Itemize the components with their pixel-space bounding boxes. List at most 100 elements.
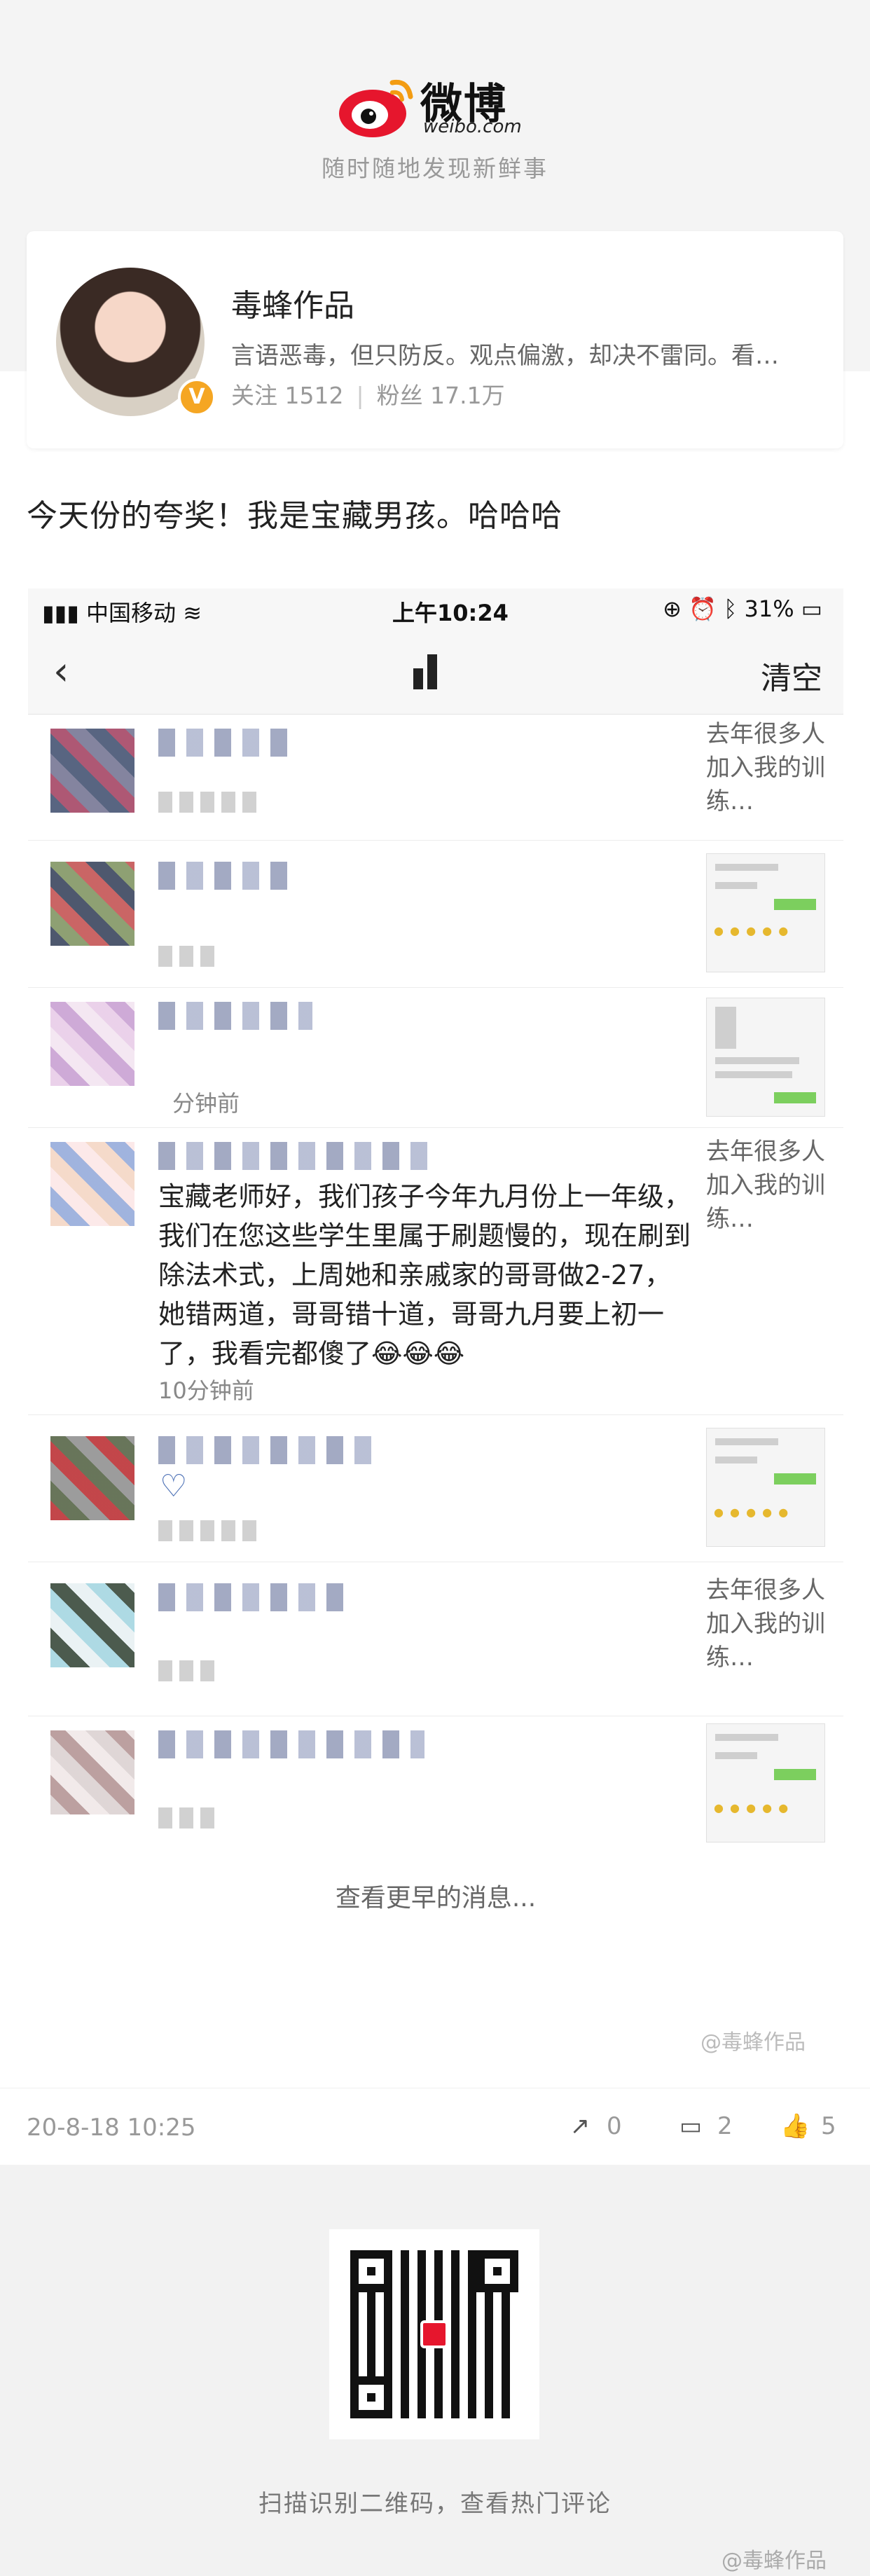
see-earlier-link[interactable]: 查看更早的消息... <box>28 1878 843 1914</box>
preview-text: 去年很多人加入我的训练… <box>706 1576 825 1672</box>
share-icon: ↗ <box>569 2112 591 2140</box>
thumb-emoji-row: ● ● ● ● ● <box>714 1506 790 1519</box>
avatar[interactable] <box>50 1002 134 1086</box>
thumb-line <box>715 882 757 889</box>
message-blurred <box>158 792 256 813</box>
profile-bio: 言语恶毒，但只防反。观点偏激，却决不雷同。看… <box>231 342 779 370</box>
embedded-screenshot: ▮▮▮ 中国移动 ≋ 上午10:24 ⊕ ⏰ ᛒ 31% ▭ ‹ 清空 去年很多… <box>28 588 843 1941</box>
followers-count[interactable]: 粉丝 17.1万 <box>377 382 505 409</box>
sender-name-blurred <box>158 1002 312 1030</box>
profile-name[interactable]: 毒蜂作品 <box>231 280 354 325</box>
comment-button[interactable]: ▭ 2 <box>677 2112 733 2140</box>
preview-thumbnail[interactable] <box>706 998 825 1117</box>
message-blurred <box>158 1807 214 1828</box>
sender-name-blurred <box>158 729 298 757</box>
like-count: 5 <box>821 2112 836 2140</box>
thumb-bubble <box>774 1769 816 1780</box>
back-icon[interactable]: ‹ <box>53 649 69 694</box>
logo-domain: weibo.com <box>423 116 522 137</box>
preview-thumbnail[interactable]: ● ● ● ● ● <box>706 1428 825 1547</box>
thumb-line <box>715 1752 757 1759</box>
alarm-icon: ⏰ <box>689 595 724 622</box>
list-item[interactable]: ♡ ● ● ● ● ● <box>28 1415 843 1562</box>
battery-icon: ▭ <box>794 595 822 622</box>
status-time: 上午10:24 <box>392 600 509 626</box>
thumb-line <box>715 1456 757 1463</box>
status-carrier: ▮▮▮ 中国移动 ≋ <box>42 595 202 628</box>
avatar[interactable] <box>50 1730 134 1814</box>
list-item[interactable]: 去年很多人加入我的训练… <box>28 1562 843 1716</box>
qr-pattern <box>350 2250 518 2418</box>
list-item[interactable]: 宝藏老师好，我们孩子今年九月份上一年级，我们在您这些学生里属于刷题慢的，现在刷到… <box>28 1128 843 1415</box>
preview-thumbnail[interactable]: ● ● ● ● ● <box>706 1723 825 1843</box>
profile-card[interactable]: V 毒蜂作品 言语恶毒，但只防反。观点偏激，却决不雷同。看… 关注 1512 | 粉… <box>27 231 843 448</box>
message-time: 10分钟前 <box>158 1377 254 1404</box>
thumb-line <box>715 1438 778 1445</box>
status-right: ⊕ ⏰ ᛒ 31% ▭ <box>663 595 822 622</box>
qr-section: 扫描识别二维码，查看热门评论 @毒蜂作品 <box>0 2165 870 2576</box>
sender-name-blurred <box>158 1730 424 1758</box>
thumb-line <box>715 1007 736 1049</box>
comment-icon: ▭ <box>679 2112 703 2140</box>
message-blurred <box>158 1660 221 1681</box>
heart-icon: ♡ <box>160 1468 188 1504</box>
thumb-line <box>715 864 778 871</box>
preview-text: 去年很多人加入我的训练… <box>706 1138 825 1233</box>
verified-badge-icon: V <box>178 378 216 416</box>
thumb-bubble <box>774 899 816 910</box>
comment-count: 2 <box>717 2112 733 2140</box>
qr-code[interactable] <box>329 2229 539 2439</box>
profile-stats: 关注 1512 | 粉丝 17.1万 <box>231 377 505 411</box>
bottom-watermark: @毒蜂作品 <box>721 2549 827 2573</box>
avatar[interactable] <box>50 729 134 813</box>
thumb-line <box>715 1071 792 1078</box>
chat-nav-bar: ‹ 清空 <box>28 631 843 715</box>
post-text: 今天份的夸奖！我是宝藏男孩。哈哈哈 <box>27 498 562 534</box>
thumb-emoji-row: ● ● ● ● ● <box>714 1801 790 1814</box>
message-blurred <box>158 946 214 967</box>
list-item[interactable]: ● ● ● ● ● <box>28 841 843 988</box>
like-button[interactable]: 👍 5 <box>780 2112 836 2140</box>
post-footer: 20-8-18 10:25 ↗ 0 ▭ 2 👍 5 <box>0 2088 870 2165</box>
weibo-logo-icon <box>420 2320 448 2348</box>
carrier-label: 中国移动 <box>86 600 177 626</box>
post-watermark: @毒蜂作品 <box>700 2030 806 2055</box>
share-button[interactable]: ↗ 0 <box>566 2112 622 2140</box>
bluetooth-icon: ᛒ <box>724 595 745 622</box>
tagline: 随时随地发现新鲜事 <box>322 155 548 182</box>
list-item[interactable]: 去年很多人加入我的训练… <box>28 715 843 841</box>
qr-finder <box>350 2250 392 2292</box>
following-count[interactable]: 关注 1512 <box>231 382 343 409</box>
thumb-emoji-row: ● ● ● ● ● <box>714 924 790 937</box>
thumb-bubble <box>774 1092 816 1103</box>
list-item[interactable]: ● ● ● ● ● <box>28 1716 843 1857</box>
weibo-eye-icon <box>339 79 413 137</box>
sender-name-blurred <box>158 1583 354 1611</box>
qr-caption: 扫描识别二维码，查看热门评论 <box>258 2490 612 2518</box>
sender-name-blurred <box>158 1142 439 1170</box>
phone-status-bar: ▮▮▮ 中国移动 ≋ 上午10:24 ⊕ ⏰ ᛒ 31% ▭ <box>28 588 843 631</box>
battery-percent: 31% <box>744 595 794 622</box>
preview-thumbnail[interactable]: ● ● ● ● ● <box>706 853 825 972</box>
share-count: 0 <box>607 2112 622 2140</box>
message-content: 宝藏老师好，我们孩子今年九月份上一年级，我们在您这些学生里属于刷题慢的，现在刷到… <box>158 1181 691 1369</box>
weibo-logo[interactable]: 微博 weibo.com <box>336 67 546 144</box>
avatar[interactable] <box>50 862 134 946</box>
avatar[interactable] <box>50 1142 134 1226</box>
thumb-line <box>715 1057 799 1064</box>
lock-rotation-icon: ⊕ <box>663 595 689 622</box>
post-date: 20-8-18 10:25 <box>27 2114 196 2142</box>
sender-name-blurred <box>158 1436 382 1464</box>
avatar[interactable] <box>50 1583 134 1667</box>
stats-divider: | <box>356 382 364 409</box>
list-item[interactable]: 分钟前 <box>28 988 843 1128</box>
avatar[interactable] <box>50 1436 134 1520</box>
thumb-bubble <box>774 1473 816 1485</box>
qr-finder <box>350 2376 392 2418</box>
thumbs-up-icon: 👍 <box>780 2112 810 2140</box>
sender-name-blurred <box>158 862 298 890</box>
preview-text: 去年很多人加入我的训练… <box>706 720 825 815</box>
nav-title-blurred <box>413 654 455 694</box>
message-blurred <box>158 1520 256 1541</box>
clear-button[interactable]: 清空 <box>761 653 822 698</box>
